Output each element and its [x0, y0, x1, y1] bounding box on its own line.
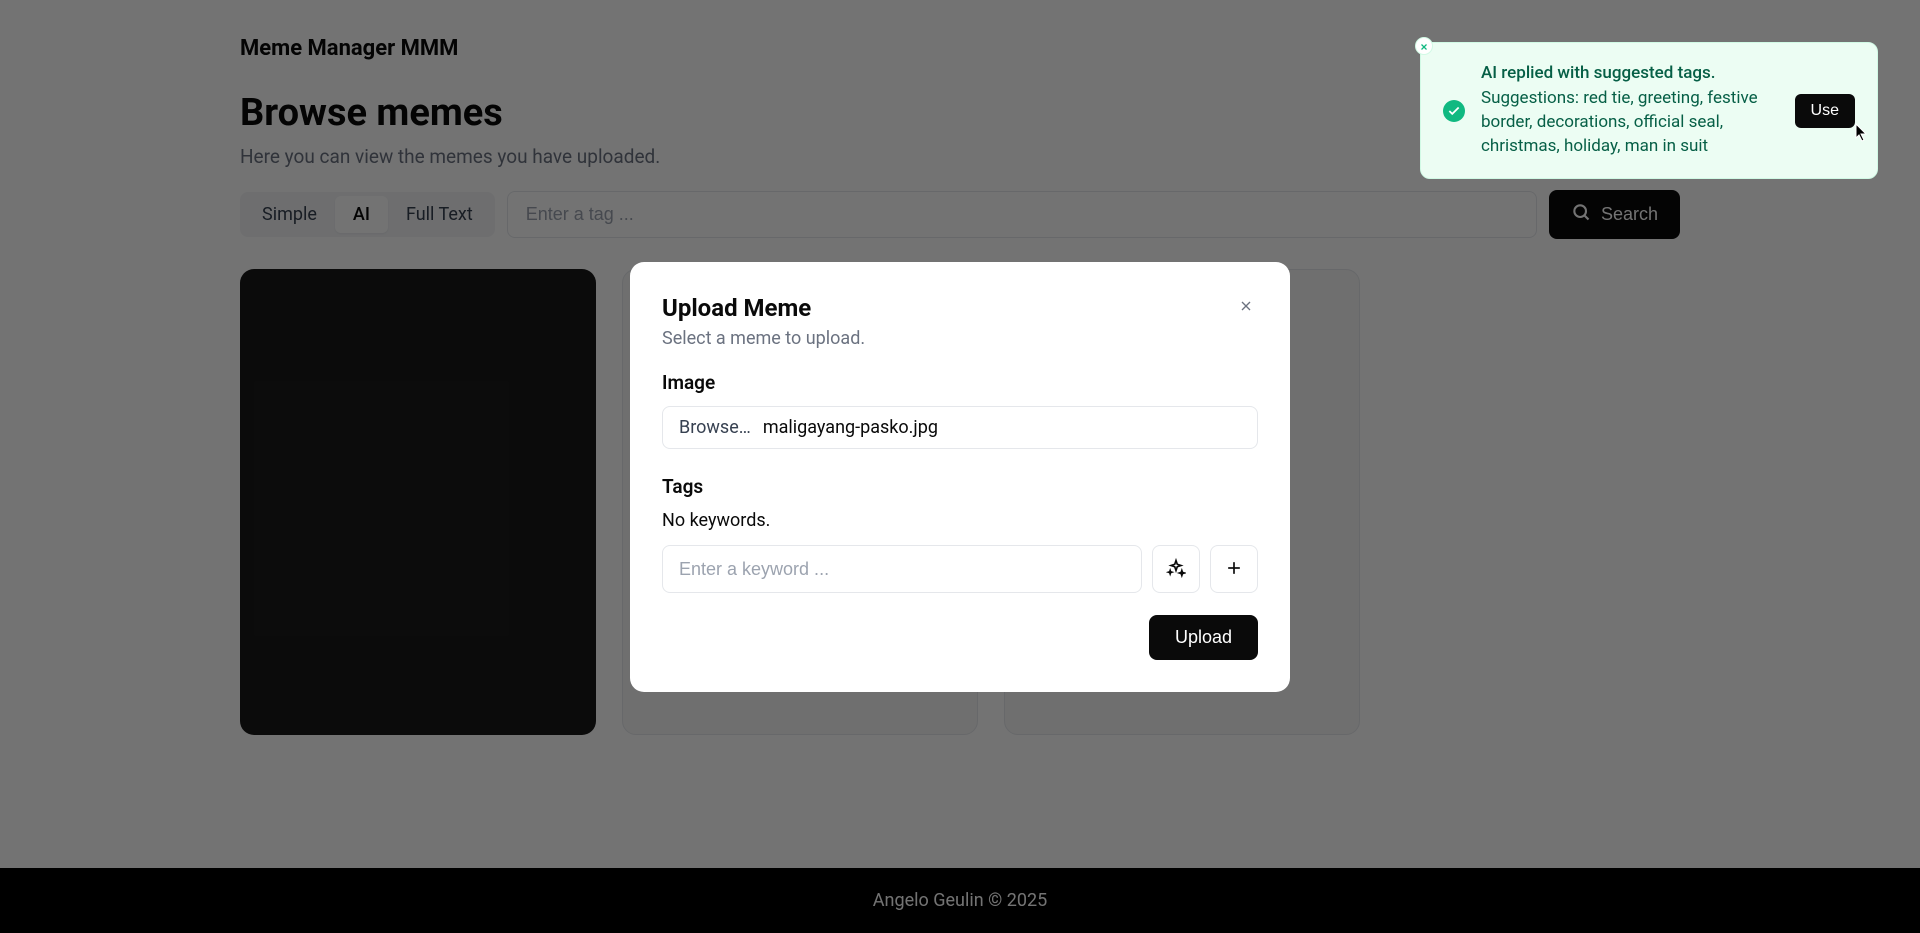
image-field-label: Image [662, 371, 1258, 394]
toast-text: Suggestions: red tie, greeting, festive … [1481, 87, 1779, 158]
modal-close-button[interactable] [1234, 294, 1258, 323]
selected-filename: maligayang-pasko.jpg [763, 417, 938, 438]
browse-button-label: Browse… [679, 417, 751, 438]
modal-title: Upload Meme [662, 294, 865, 322]
close-icon [1419, 37, 1429, 56]
toast-title: AI replied with suggested tags. [1481, 63, 1779, 83]
sparkles-icon [1166, 558, 1186, 581]
modal-subtitle: Select a meme to upload. [662, 328, 865, 349]
tags-field-label: Tags [662, 475, 1258, 498]
keyword-input[interactable] [662, 545, 1142, 593]
no-keywords-text: No keywords. [662, 510, 1258, 531]
upload-modal: Upload Meme Select a meme to upload. Ima… [630, 262, 1290, 692]
check-icon [1443, 100, 1465, 122]
toast-use-button[interactable]: Use [1795, 94, 1855, 128]
add-keyword-button[interactable] [1210, 545, 1258, 593]
file-input[interactable]: Browse… maligayang-pasko.jpg [662, 406, 1258, 449]
close-icon [1238, 298, 1254, 319]
plus-icon [1224, 558, 1244, 581]
ai-suggestion-toast: AI replied with suggested tags. Suggesti… [1420, 42, 1878, 179]
upload-button[interactable]: Upload [1149, 615, 1258, 660]
toast-close-button[interactable] [1415, 37, 1433, 55]
ai-suggest-button[interactable] [1152, 545, 1200, 593]
